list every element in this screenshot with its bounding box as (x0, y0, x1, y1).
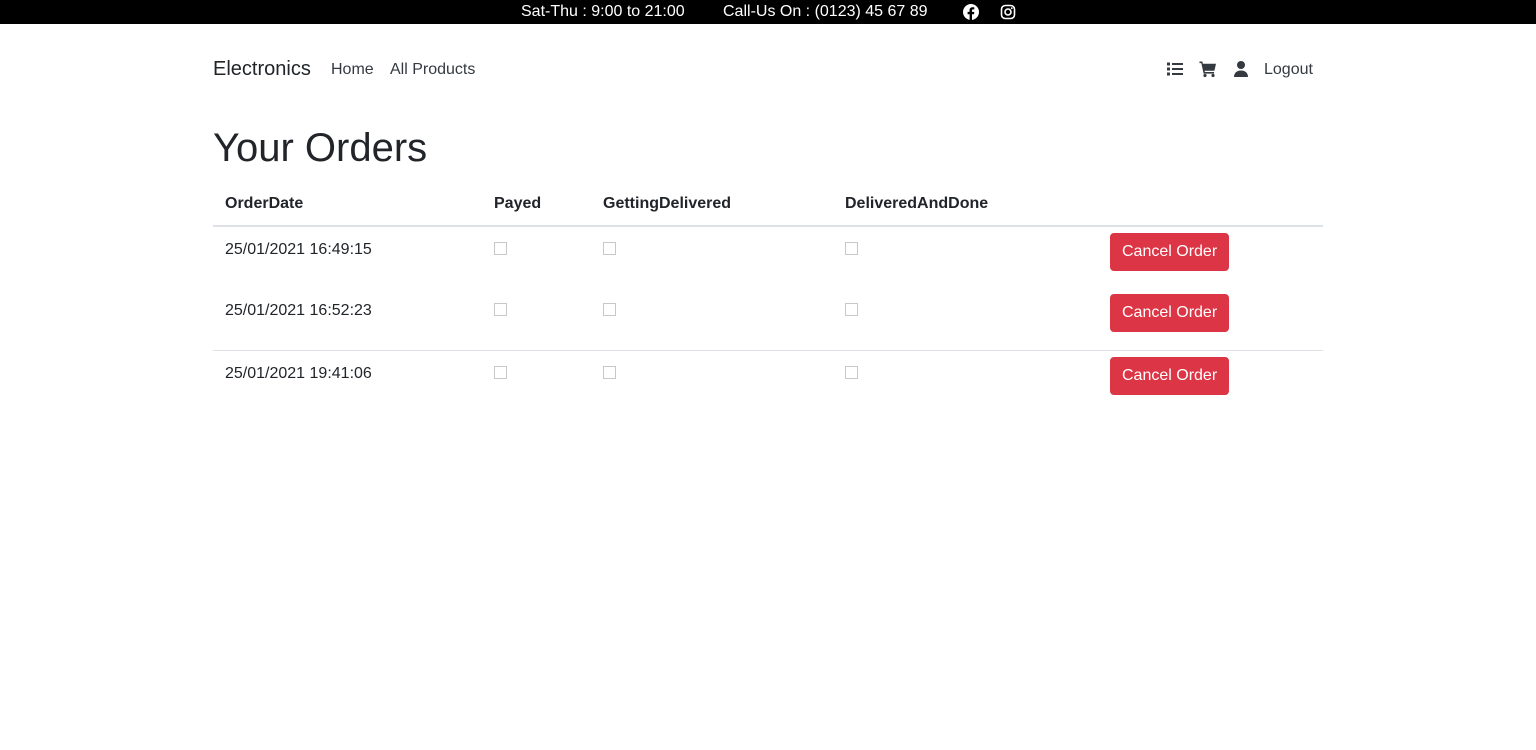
nav-all-products-link[interactable]: All Products (390, 61, 475, 79)
page-title: Your Orders (213, 126, 428, 170)
user-icon[interactable] (1232, 60, 1250, 78)
header-payed: Payed (482, 182, 591, 227)
table-header-row: OrderDate Payed GettingDelivered Deliver… (213, 182, 1323, 227)
table-row: 25/01/2021 16:52:23 Cancel Order (213, 288, 1323, 350)
top-info-bar: Sat-Thu : 9:00 to 21:00 Call-Us On : (01… (0, 0, 1536, 24)
order-date-cell: 25/01/2021 16:49:15 (225, 241, 372, 258)
brand-logo[interactable]: Electronics (213, 58, 311, 81)
header-order-date: OrderDate (213, 182, 482, 227)
cancel-order-button[interactable]: Cancel Order (1110, 356, 1230, 395)
nav-home-link[interactable]: Home (331, 61, 374, 79)
header-action (1098, 182, 1323, 227)
header-getting-delivered: GettingDelivered (591, 182, 833, 227)
opening-hours: Sat-Thu : 9:00 to 21:00 (521, 3, 685, 20)
table-row: 25/01/2021 16:49:15 Cancel Order (213, 226, 1323, 288)
order-date-cell: 25/01/2021 16:52:23 (225, 302, 372, 319)
getting-delivered-checkbox[interactable] (603, 242, 616, 255)
phone-number: Call-Us On : (0123) 45 67 89 (723, 3, 928, 20)
payed-checkbox[interactable] (494, 365, 507, 379)
cancel-order-button[interactable]: Cancel Order (1110, 233, 1230, 271)
delivered-and-done-checkbox[interactable] (845, 242, 858, 255)
orders-table: OrderDate Payed GettingDelivered Deliver… (213, 182, 1323, 412)
payed-checkbox[interactable] (494, 242, 507, 255)
getting-delivered-checkbox[interactable] (603, 365, 616, 379)
header-delivered-and-done: DeliveredAndDone (833, 182, 1098, 227)
getting-delivered-checkbox[interactable] (603, 303, 616, 316)
order-date-cell: 25/01/2021 19:41:06 (213, 349, 482, 412)
cart-icon[interactable] (1199, 60, 1217, 78)
instagram-icon[interactable] (1000, 4, 1016, 20)
facebook-icon[interactable] (963, 4, 979, 20)
payed-checkbox[interactable] (494, 303, 507, 316)
table-row: 25/01/2021 19:41:06 Cancel Order (213, 349, 1323, 412)
cancel-order-button[interactable]: Cancel Order (1110, 294, 1230, 332)
list-icon[interactable] (1166, 60, 1184, 78)
delivered-and-done-checkbox[interactable] (845, 365, 858, 379)
logout-link[interactable]: Logout (1264, 61, 1313, 79)
main-navbar: Electronics Home All Products Logout (0, 24, 1536, 116)
delivered-and-done-checkbox[interactable] (845, 303, 858, 316)
